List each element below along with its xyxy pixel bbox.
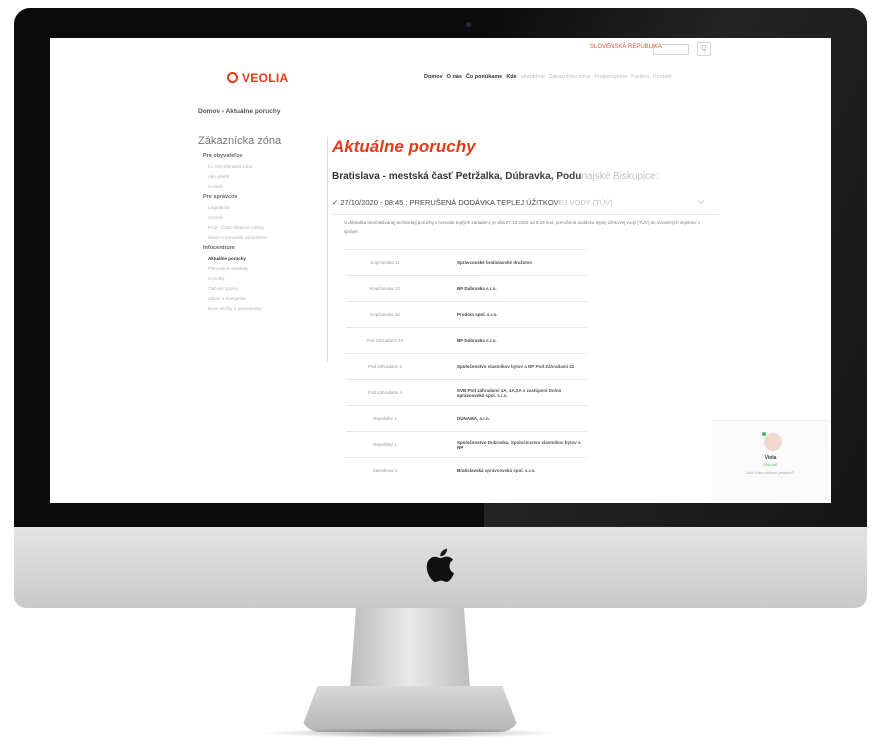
- camera-dot: [466, 22, 471, 27]
- nav-item[interactable]: Podporujeme: [594, 74, 627, 80]
- sidebar-item[interactable]: Aktuálne poruchy: [192, 256, 312, 261]
- nav-item[interactable]: pôsobíme: [521, 74, 545, 80]
- apple-logo-icon: [426, 548, 454, 582]
- location-heading: Bratislava - mestská časť Petržalka, Dúb…: [332, 171, 659, 182]
- building-address: Sasinkova 1: [346, 457, 424, 483]
- incident-heading[interactable]: ✓ 27/10/2020 - 08:45 : PRERUŠENÁ DODÁVKA…: [332, 195, 718, 214]
- search-button[interactable]: Q: [697, 42, 711, 56]
- logo-icon: [227, 72, 238, 83]
- breadcrumb: Domov › Aktuálne poruchy: [198, 108, 281, 115]
- building-address: Kopčianska 11: [346, 249, 424, 276]
- location-heading-faded: najské Biskupice:: [581, 171, 659, 182]
- building-address: Republiky 1: [346, 431, 424, 458]
- sidebar-item[interactable]: Cenníky: [192, 276, 312, 281]
- nav-item[interactable]: Kontakt: [653, 74, 672, 80]
- table-row: Kopčianska 15- Prodom spol. s.r.o.: [346, 301, 589, 328]
- building-address: Pod záhradami 2: [346, 353, 424, 380]
- sidebar-item[interactable]: Ako ušetriť: [192, 174, 312, 179]
- table-row: Pod záhradami 2A - BP Dúbravka s.r.o.: [346, 327, 589, 354]
- building-address: Pod záhradami 2A: [346, 327, 424, 354]
- sidebar-group-heading[interactable]: Infocentrum: [192, 245, 312, 251]
- monitor-stand-neck: [350, 608, 470, 688]
- table-row: Kopčianska 11- Správcovské bratislavské d…: [346, 249, 589, 276]
- building-address: Kopčianska 15: [346, 301, 424, 328]
- building-manager: Prodom spol. s.r.o.: [456, 301, 589, 328]
- building-manager: BP Dúbravka s.r.o.: [456, 327, 589, 354]
- row-separator: -: [424, 379, 456, 406]
- building-address: Republiky 1: [346, 405, 424, 432]
- building-address: Kopčianska 13: [346, 275, 424, 302]
- nav-item[interactable]: Kde: [506, 74, 516, 80]
- chat-status: ONLINE: [763, 462, 778, 467]
- incident-heading-faded: EJ VODY (TÚV): [558, 198, 613, 207]
- chat-agent-name: Viola: [764, 455, 777, 461]
- building-manager: DUNAMA, s.r.o.: [456, 405, 589, 432]
- main-nav: Domov O nás Čo ponúkame Kde pôsobíme Zákazníc…: [424, 74, 676, 80]
- chevron-down-icon[interactable]: ⌵: [697, 196, 705, 207]
- nav-item[interactable]: Čo ponúkame: [466, 74, 502, 80]
- nav-item[interactable]: O nás: [447, 74, 462, 80]
- top-strip: SLOVENSKÁ REPUBLIKA Q: [50, 38, 831, 60]
- building-manager: SVB Pod záhradami 4A, 4A,2A v zastúpení …: [456, 379, 589, 406]
- page-title: Aktuálne poruchy: [332, 137, 476, 156]
- monitor-chin: [14, 527, 867, 608]
- building-manager: Spoločenstvo vlastníkov bytov a NP Pod Z…: [456, 353, 589, 380]
- logo-text: VEOLIA: [242, 71, 289, 85]
- nav-item[interactable]: Zákaznícka zóna: [549, 74, 591, 80]
- row-separator: -: [424, 353, 456, 380]
- building-manager: BP Dúbravka s.r.o.: [456, 275, 589, 302]
- table-row: Kopčianska 13- BP Dúbravka s.r.o.: [346, 275, 589, 302]
- veolia-logo[interactable]: VEOLIA: [227, 70, 307, 86]
- row-separator: -: [424, 431, 456, 458]
- row-separator: -: [424, 405, 456, 432]
- monitor-screen: SLOVENSKÁ REPUBLIKA Q VEOLIA Domov O nás Č…: [50, 38, 831, 503]
- building-address: Pod záhradami 4: [346, 379, 424, 406]
- sidebar: Zákaznícka zóna Pre obyvateľov Čo řieš kl…: [192, 135, 312, 316]
- table-row: Pod záhradami 2- Spoločenstvo vlastníkov …: [346, 353, 589, 380]
- monitor-bezel: SLOVENSKÁ REPUBLIKA Q VEOLIA Domov O nás Č…: [14, 8, 867, 527]
- building-manager: Správcovské bratislavské družstvo: [456, 249, 589, 276]
- chat-prompt[interactable]: Ako Vám môžem pomôcť?: [712, 470, 829, 475]
- table-row: Sasinkova 1- Bratislavská správcovská spo…: [346, 457, 589, 483]
- building-manager: Spoločenstvo Dubravka, Spoločenstvo vlas…: [456, 431, 589, 458]
- sidebar-divider: [327, 137, 328, 362]
- sidebar-item[interactable]: Návrh a prevzatie vodomerov: [192, 235, 312, 240]
- location-heading-bold: Bratislava - mestská časť Petržalka, Dúb…: [332, 171, 582, 182]
- search-input[interactable]: [653, 44, 689, 55]
- row-separator: -: [424, 275, 456, 302]
- incident-accordion[interactable]: ✓ 27/10/2020 - 08:45 : PRERUŠENÁ DODÁVKA…: [332, 195, 718, 215]
- sidebar-item[interactable]: FAQ - Často kladené otázky: [192, 225, 312, 230]
- nav-item[interactable]: Domov: [424, 74, 443, 80]
- sidebar-group-heading[interactable]: Pre obyvateľov: [192, 153, 312, 159]
- incident-heading-bold: ✓ 27/10/2020 - 08:45 : PRERUŠENÁ DODÁVKA…: [332, 198, 559, 207]
- sidebar-item[interactable]: Vzorník: [192, 215, 312, 220]
- incident-description: V dôsledku neočakávanej technickej poruc…: [344, 220, 700, 234]
- chat-avatar: [764, 433, 782, 451]
- row-separator: -: [424, 249, 456, 276]
- building-manager: Bratislavská správcovská spol. s.r.o.: [456, 457, 589, 483]
- row-separator: -: [424, 301, 456, 328]
- nav-item[interactable]: Kariéra: [631, 74, 649, 80]
- sidebar-item[interactable]: Plánované odstávky: [192, 266, 312, 271]
- imac-monitor: SLOVENSKÁ REPUBLIKA Q VEOLIA Domov O nás Č…: [14, 8, 867, 608]
- online-status-icon: [762, 432, 766, 436]
- sidebar-item[interactable]: Čo řieš klientská zóna: [192, 164, 312, 169]
- affected-buildings-table: Kopčianska 11- Správcovské bratislavské d…: [346, 249, 589, 483]
- sidebar-item[interactable]: Zákon o energetike: [192, 296, 312, 301]
- row-separator: -: [424, 457, 456, 483]
- sidebar-item[interactable]: Nové služby a pripomienky: [192, 306, 312, 311]
- sidebar-item[interactable]: Legislatíva: [192, 205, 312, 210]
- sidebar-group-heading[interactable]: Pre správcov: [192, 194, 312, 200]
- monitor-stand-foot: [300, 686, 520, 732]
- chat-widget[interactable]: Viola ONLINE Ako Vám môžem pomôcť?: [712, 420, 829, 503]
- region-link[interactable]: SLOVENSKÁ REPUBLIKA: [590, 44, 662, 50]
- sidebar-item[interactable]: Tlačové správy: [192, 286, 312, 291]
- row-separator: -: [424, 327, 456, 354]
- sidebar-title: Zákaznícka zóna: [198, 135, 282, 147]
- table-row: Pod záhradami 4- SVB Pod záhradami 4A, 4A…: [346, 379, 589, 406]
- table-row: Republiky 1- DUNAMA, s.r.o.: [346, 405, 589, 432]
- sidebar-item[interactable]: Kontakt: [192, 184, 312, 189]
- stand-shadow: [260, 728, 560, 738]
- table-row: Republiky 1- Spoločenstvo Dubravka, Spolo…: [346, 431, 589, 458]
